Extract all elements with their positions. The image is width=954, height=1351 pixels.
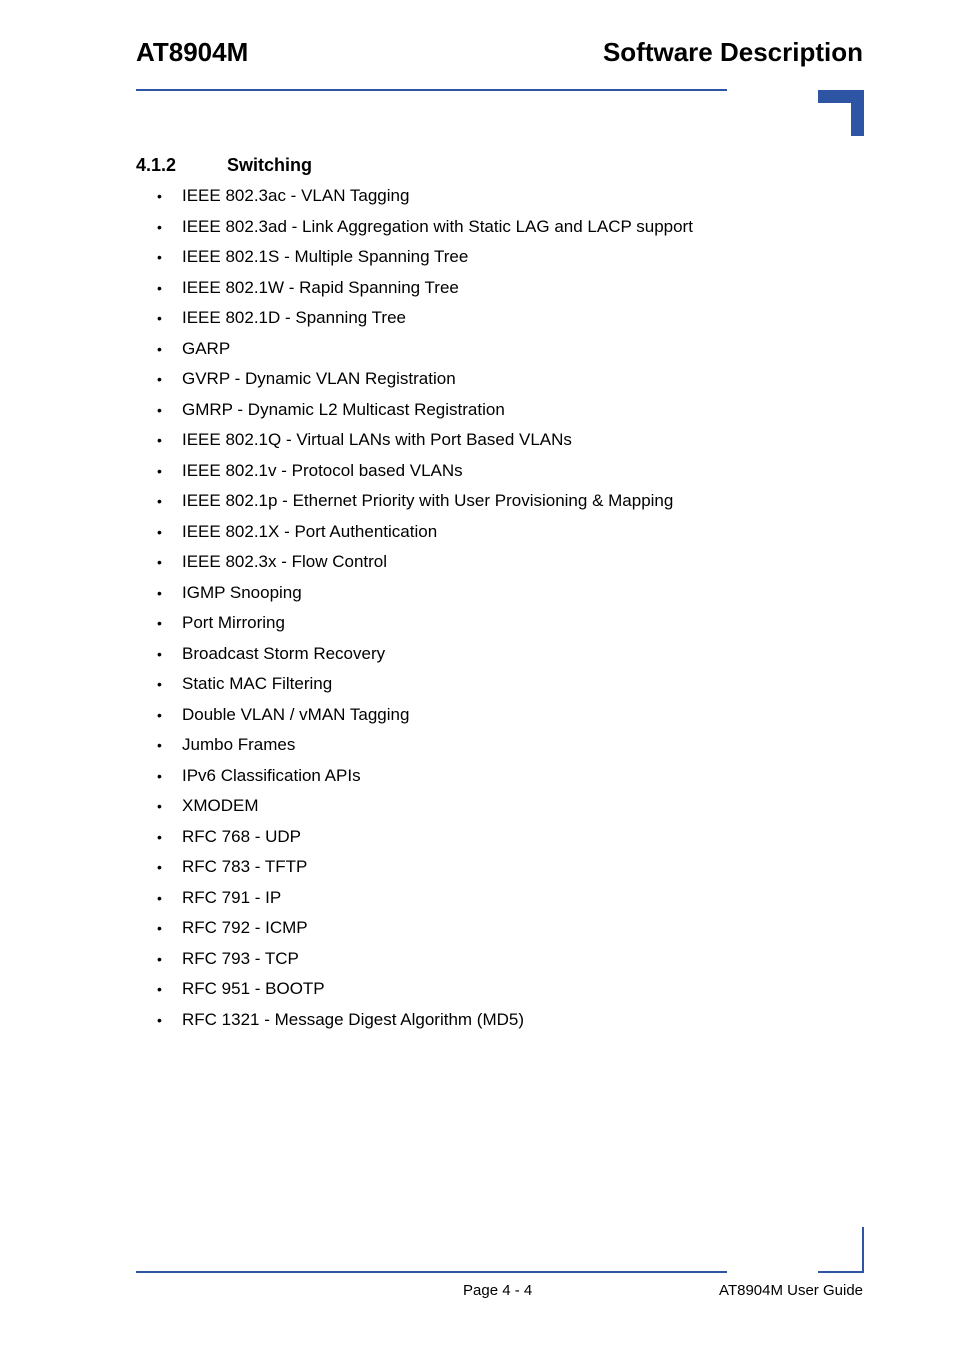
bullet-icon: •	[157, 401, 162, 418]
feature-text: IEEE 802.1S - Multiple Spanning Tree	[182, 247, 469, 266]
bullet-icon: •	[157, 676, 162, 692]
feature-text: Port Mirroring	[182, 613, 285, 632]
bullet-icon: •	[157, 554, 162, 570]
feature-text: IPv6 Classification APIs	[182, 765, 361, 785]
header-chapter-title: Software Description	[602, 37, 863, 67]
bullet-icon: •	[157, 1011, 162, 1028]
footer-page-number: Page 4 - 4	[463, 1282, 533, 1299]
feature-text: IEEE 802.1W - Rapid Spanning Tree	[182, 277, 459, 297]
bullet-icon: •	[157, 950, 162, 967]
bullet-icon: •	[157, 615, 162, 631]
bullet-icon: •	[157, 737, 162, 753]
footer-guide-title: AT8904M User Guide	[719, 1282, 863, 1299]
feature-text: RFC 783 - TFTP	[182, 857, 308, 876]
feature-text: IEEE 802.1X - Port Authentication	[182, 521, 438, 541]
bullet-icon: •	[157, 798, 162, 814]
bullet-icon: •	[157, 340, 162, 357]
feature-text: IEEE 802.3x - Flow Control	[182, 552, 388, 571]
footer-rule	[136, 1271, 727, 1273]
feature-text: Double VLAN / vMAN Tagging	[182, 704, 410, 724]
bullet-icon: •	[157, 249, 162, 265]
feature-text: RFC 1321 - Message Digest Algorithm (MD5…	[182, 1009, 525, 1029]
feature-text: XMODEM	[182, 796, 259, 815]
feature-text: RFC 793 - TCP	[182, 948, 299, 968]
feature-text: GVRP - Dynamic VLAN Registration	[182, 369, 456, 388]
bullet-icon: •	[157, 371, 162, 387]
bullet-icon: •	[157, 584, 162, 601]
header-rule	[136, 89, 727, 91]
feature-text: IEEE 802.1v - Protocol based VLANs	[182, 460, 463, 480]
bullet-icon: •	[157, 920, 162, 936]
feature-text: IEEE 802.1p - Ethernet Priority with Use…	[182, 491, 674, 510]
feature-text: IGMP Snooping	[182, 582, 302, 602]
bullet-icon: •	[157, 432, 162, 448]
bullet-icon: •	[157, 218, 162, 235]
corner-bracket-bottom-vertical	[862, 1227, 864, 1273]
bullet-icon: •	[157, 859, 162, 875]
bullet-icon: •	[157, 523, 162, 540]
feature-text: IEEE 802.3ac - VLAN Tagging	[182, 186, 410, 205]
feature-text: IEEE 802.3ad - Link Aggregation with Sta…	[182, 216, 693, 236]
feature-text: Static MAC Filtering	[182, 674, 333, 693]
bullet-icon: •	[157, 310, 162, 326]
bullet-icon: •	[157, 889, 162, 906]
feature-text: IEEE 802.1D - Spanning Tree	[182, 308, 406, 327]
header-product-title: AT8904M	[136, 37, 249, 67]
corner-bracket-bottom-horizontal	[818, 1271, 864, 1273]
feature-text: RFC 791 - IP	[182, 887, 282, 907]
feature-text: IEEE 802.1Q - Virtual LANs with Port Bas…	[182, 430, 572, 449]
bullet-icon: •	[157, 828, 162, 845]
feature-text: GMRP - Dynamic L2 Multicast Registration	[182, 399, 505, 419]
section-title: Switching	[227, 155, 312, 175]
corner-bracket-top-vertical	[851, 90, 864, 136]
feature-text: RFC 792 - ICMP	[182, 918, 308, 937]
bullet-icon: •	[157, 279, 162, 296]
feature-text: Broadcast Storm Recovery	[182, 643, 386, 663]
bullet-icon: •	[157, 706, 162, 723]
section-heading: 4.1.2 Switching	[136, 153, 312, 177]
section-number: 4.1.2	[136, 155, 177, 175]
bullet-icon: •	[157, 493, 162, 509]
bullet-icon: •	[157, 188, 162, 204]
bullet-icon: •	[157, 767, 162, 784]
feature-text: GARP	[182, 338, 231, 358]
feature-text: RFC 951 - BOOTP	[182, 979, 325, 998]
bullet-icon: •	[157, 645, 162, 662]
feature-text: Jumbo Frames	[182, 735, 296, 754]
bullet-icon: •	[157, 981, 162, 997]
feature-text: RFC 768 - UDP	[182, 826, 302, 846]
bullet-icon: •	[157, 462, 162, 479]
